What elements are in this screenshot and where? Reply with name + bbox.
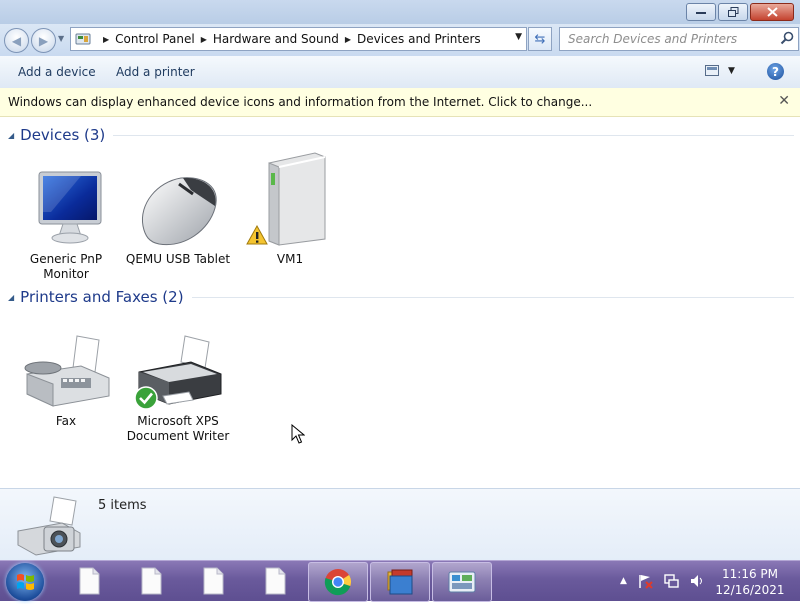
help-icon[interactable]: ? [767,63,784,80]
command-bar: Add a device Add a printer ▼ ? [0,56,800,89]
view-dropdown-icon: ▼ [728,65,735,76]
printer-label: Fax [55,414,77,428]
close-icon [766,7,778,17]
control-panel-icon [75,31,93,47]
address-bar[interactable]: ▶ Control Panel ▶ Hardware and Sound ▶ D… [70,27,527,51]
warning-icon [246,225,268,245]
breadcrumb-hardware-and-sound[interactable]: Hardware and Sound [213,32,339,46]
window-titlebar [0,0,800,24]
caption-buttons [686,3,794,21]
info-bar-text[interactable]: Windows can display enhanced device icon… [8,95,592,109]
back-arrow-icon: ◀ [11,33,22,48]
taskbar-file-button[interactable] [184,562,242,600]
close-button[interactable] [750,3,794,21]
device-item-tablet[interactable]: QEMU USB Tablet [126,160,230,267]
forward-arrow-icon: ▶ [38,33,49,48]
printer-label: Microsoft XPS Document Writer [126,414,230,443]
breadcrumb-control-panel[interactable]: Control Panel [115,32,195,46]
system-tray: ▲ [620,573,705,589]
action-center-flag-icon[interactable] [637,573,653,589]
computer-tower-icon [245,145,335,250]
restore-button[interactable] [718,3,748,21]
view-icon [705,65,719,76]
collapse-triangle-icon[interactable]: ◢ [8,131,14,140]
taskbar-file-button[interactable] [122,562,180,600]
device-item-monitor[interactable]: Generic PnP Monitor [16,160,116,282]
minimize-button[interactable] [686,3,716,21]
collapse-triangle-icon[interactable]: ◢ [8,293,14,302]
taskbar-explorer-button[interactable] [370,562,430,602]
forward-button[interactable]: ▶ [31,28,56,53]
taskbar: ▲ 11:16 PM 12/16/2021 [0,560,800,602]
clock-date: 12/16/2021 [715,583,785,597]
back-button[interactable]: ◀ [4,28,29,53]
breadcrumb-separator[interactable]: ▶ [103,35,109,44]
breadcrumb-separator[interactable]: ▶ [201,35,207,44]
clock-time: 11:16 PM [722,567,778,581]
details-pane: 5 items [0,488,800,561]
taskbar-devices-button[interactable] [432,562,492,602]
file-icon [265,567,286,595]
network-icon[interactable] [663,573,679,589]
item-count: 5 items [98,498,147,513]
default-check-icon [134,386,158,410]
search-input[interactable] [566,31,775,47]
printers-group-header[interactable]: ◢ Printers and Faxes (2) [8,288,794,306]
devices-group-header[interactable]: ◢ Devices (3) [8,126,794,144]
printer-icon [133,322,223,412]
add-printer-button[interactable]: Add a printer [116,65,195,79]
taskbar-file-button[interactable] [60,562,118,600]
minimize-icon [696,12,706,14]
file-icon [203,567,224,595]
taskbar-chrome-button[interactable] [308,562,368,602]
device-item-vm1[interactable]: VM1 [240,145,340,267]
taskbar-file-button[interactable] [246,562,304,600]
refresh-button[interactable]: ⇆ [528,27,552,51]
group-divider [191,296,794,298]
search-box [559,27,799,51]
windows-explorer-icon [387,569,413,595]
devices-and-printers-icon [17,496,81,556]
address-row: ◀ ▶ ▼ ▶ Control Panel ▶ Hardware and Sou… [0,24,800,56]
start-button[interactable] [6,563,44,601]
chrome-icon [324,569,351,596]
device-label: QEMU USB Tablet [125,252,231,266]
printer-item-xps[interactable]: Microsoft XPS Document Writer [127,322,229,444]
refresh-icon: ⇆ [534,31,546,47]
volume-icon[interactable] [689,573,705,589]
mouse-cursor-icon [291,424,305,444]
devices-and-printers-icon [448,571,476,593]
file-icon [141,567,162,595]
file-icon [79,567,100,595]
windows-logo-icon [17,574,34,590]
mouse-icon [133,160,223,250]
change-view-button[interactable]: ▼ [705,65,735,76]
clock[interactable]: 11:16 PM 12/16/2021 [712,566,788,598]
group-divider [113,134,794,136]
fax-icon [21,322,111,412]
restore-icon [727,7,738,17]
close-icon[interactable]: ✕ [778,93,790,109]
info-bar[interactable]: Windows can display enhanced device icon… [0,88,800,117]
recent-pages-dropdown[interactable]: ▼ [58,34,64,43]
search-icon[interactable] [780,31,794,48]
address-dropdown[interactable]: ▼ [515,32,522,42]
breadcrumb-devices-and-printers[interactable]: Devices and Printers [357,32,481,46]
breadcrumb-separator[interactable]: ▶ [345,35,351,44]
group-title: Devices (3) [20,126,106,144]
show-hidden-icons-icon[interactable]: ▲ [620,576,627,586]
add-device-button[interactable]: Add a device [18,65,96,79]
group-title: Printers and Faxes (2) [20,288,184,306]
device-label: Generic PnP Monitor [29,252,103,281]
device-label: VM1 [276,252,304,266]
monitor-icon [21,160,111,250]
printer-item-fax[interactable]: Fax [16,322,116,429]
